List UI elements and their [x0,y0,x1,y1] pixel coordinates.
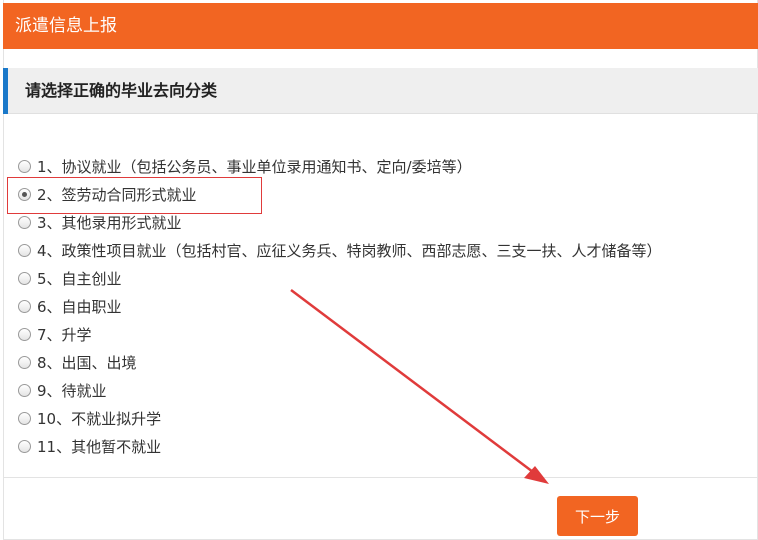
option-4[interactable]: 4、政策性项目就业（包括村官、应征义务兵、特岗教师、西部志愿、三支一扶、人才储备… [18,236,753,264]
option-5[interactable]: 5、自主创业 [18,264,753,292]
option-3[interactable]: 3、其他录用形式就业 [18,208,753,236]
radio-option-3[interactable] [18,215,31,229]
option-6[interactable]: 6、自由职业 [18,292,753,320]
radio-option-1[interactable] [18,159,31,173]
option-7-label: 7、升学 [37,325,92,344]
option-6-label: 6、自由职业 [37,297,122,316]
option-3-label: 3、其他录用形式就业 [37,213,182,232]
radio-option-2[interactable] [18,187,31,201]
radio-option-8[interactable] [18,355,31,369]
next-step-button[interactable]: 下一步 [557,496,638,536]
option-11-label: 11、其他暂不就业 [37,437,162,456]
radio-option-7[interactable] [18,327,31,341]
option-8-label: 8、出国、出境 [37,353,137,372]
option-10-label: 10、不就业拟升学 [37,409,162,428]
section-accent-bar [3,68,8,114]
section-bar: 请选择正确的毕业去向分类 [3,68,758,114]
section-title: 请选择正确的毕业去向分类 [25,81,218,100]
option-11[interactable]: 11、其他暂不就业 [18,432,753,460]
radio-option-5[interactable] [18,271,31,285]
option-2[interactable]: 2、签劳动合同形式就业 [18,180,753,208]
page-title: 派遣信息上报 [15,16,117,36]
footer-divider [3,477,758,478]
option-8[interactable]: 8、出国、出境 [18,348,753,376]
option-9[interactable]: 9、待就业 [18,376,753,404]
radio-option-11[interactable] [18,439,31,453]
option-1[interactable]: 1、协议就业（包括公务员、事业单位录用通知书、定向/委培等） [18,152,753,180]
radio-option-6[interactable] [18,299,31,313]
option-2-label: 2、签劳动合同形式就业 [37,185,197,204]
option-4-label: 4、政策性项目就业（包括村官、应征义务兵、特岗教师、西部志愿、三支一扶、人才储备… [37,241,662,260]
page-header: 派遣信息上报 [3,3,758,49]
option-7[interactable]: 7、升学 [18,320,753,348]
option-9-label: 9、待就业 [37,381,107,400]
radio-option-4[interactable] [18,243,31,257]
radio-option-9[interactable] [18,383,31,397]
option-5-label: 5、自主创业 [37,269,122,288]
radio-option-10[interactable] [18,411,31,425]
destination-options: 1、协议就业（包括公务员、事业单位录用通知书、定向/委培等） 2、签劳动合同形式… [18,152,753,460]
option-1-label: 1、协议就业（包括公务员、事业单位录用通知书、定向/委培等） [37,157,472,176]
option-10[interactable]: 10、不就业拟升学 [18,404,753,432]
